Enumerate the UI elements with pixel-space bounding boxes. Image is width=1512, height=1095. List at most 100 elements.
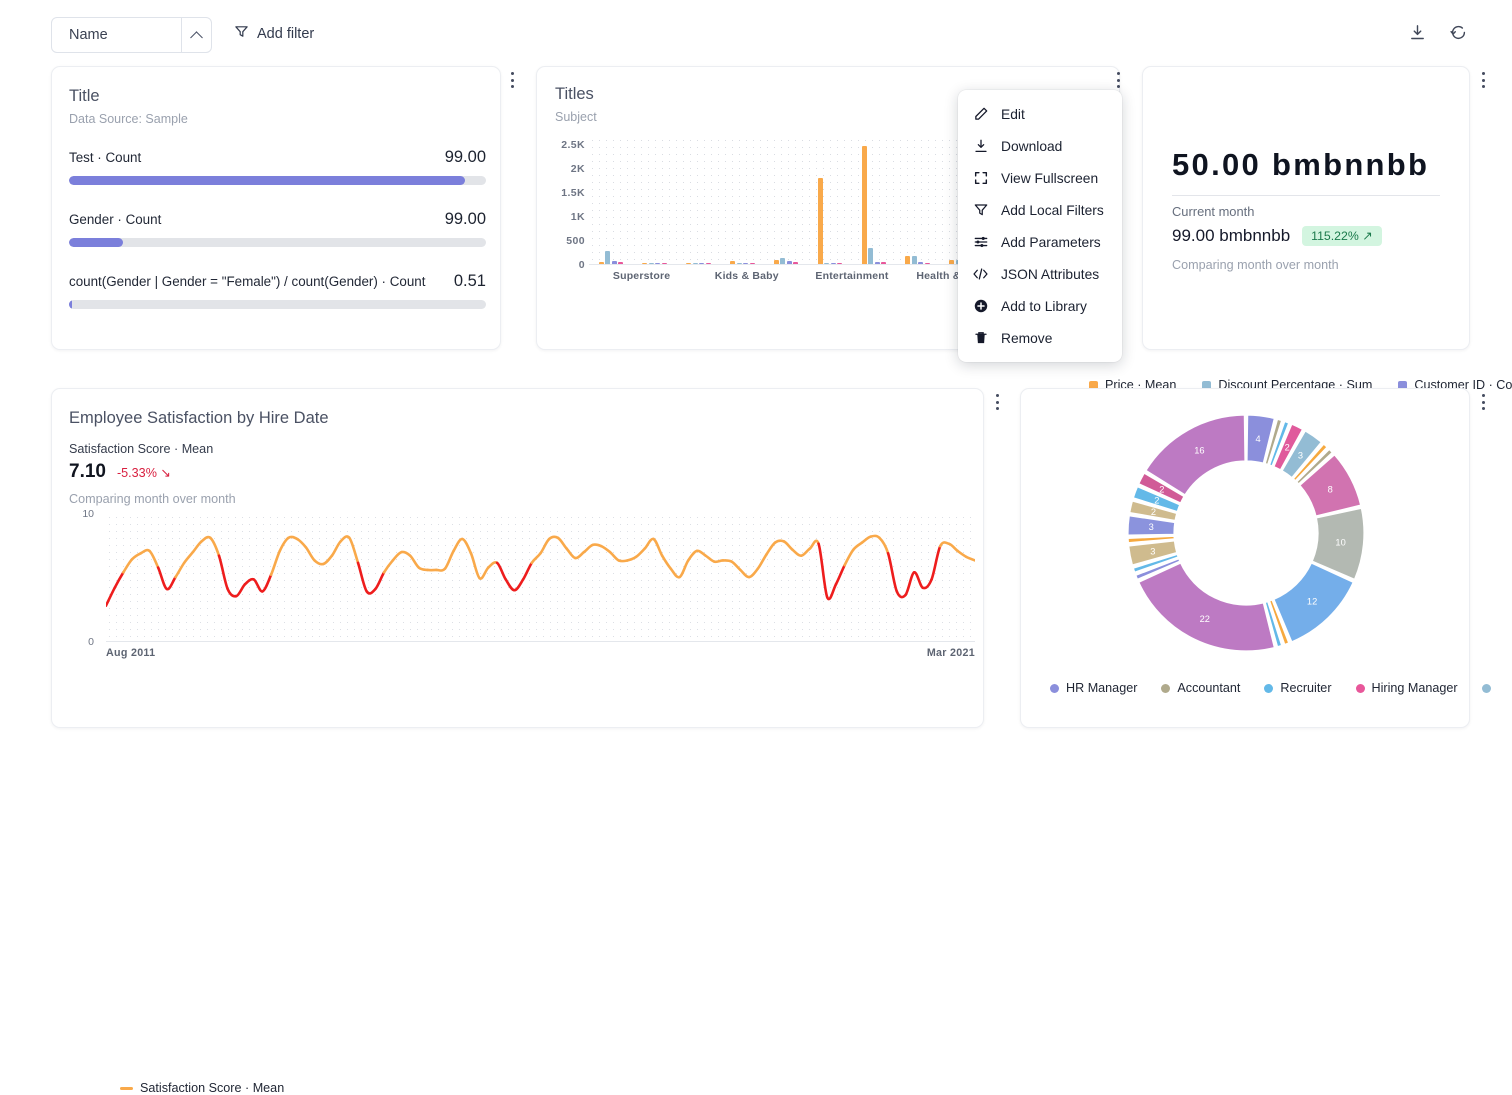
- bar-group: [677, 137, 721, 264]
- line-chart-plot: [106, 514, 975, 642]
- y-tick-label: 1.5K: [561, 187, 585, 199]
- menu-item-json-attributes[interactable]: JSON Attributes: [958, 258, 1122, 290]
- card-kpi-menu-button[interactable]: [1475, 69, 1491, 91]
- x-tick-label: Kids & Baby: [714, 270, 779, 282]
- menu-item-remove[interactable]: Remove: [958, 322, 1122, 354]
- bar[interactable]: [905, 255, 911, 264]
- bar[interactable]: [661, 262, 667, 264]
- bar[interactable]: [924, 262, 930, 264]
- bar[interactable]: [949, 259, 955, 264]
- donut-slice[interactable]: [1138, 562, 1275, 652]
- metric-row: Test · Count 99.00: [69, 148, 486, 185]
- bar[interactable]: [736, 262, 742, 264]
- line-metric-label: Satisfaction Score · Mean: [69, 442, 214, 456]
- bar[interactable]: [605, 251, 611, 264]
- bar[interactable]: [749, 262, 755, 264]
- menu-item-label: Remove: [1001, 330, 1053, 346]
- x-tick-label: Entertainment: [815, 270, 889, 282]
- bar[interactable]: [830, 262, 836, 264]
- legend-item[interactable]: [1481, 683, 1498, 693]
- bar[interactable]: [773, 260, 779, 264]
- plus-circle-icon: [972, 298, 989, 314]
- donut-slice-label: 3: [1298, 450, 1303, 460]
- bar-group: [720, 137, 764, 264]
- menu-item-add-parameters[interactable]: Add Parameters: [958, 226, 1122, 258]
- add-filter-button[interactable]: Add filter: [234, 24, 314, 43]
- card-bars-menu-button[interactable]: [1110, 69, 1126, 91]
- line-chart-y-axis: 10 0: [52, 508, 94, 648]
- bar[interactable]: [655, 262, 661, 264]
- card-donut-menu-button[interactable]: [1475, 391, 1491, 413]
- metric-bar-fill: [69, 176, 466, 185]
- bar[interactable]: [699, 262, 705, 264]
- card-donut: 4 2 3 8 10 12 22 3 3 2 2 2 16 HR Manager Accountant Re…: [1020, 388, 1491, 728]
- donut-slice-label: 2: [1151, 507, 1156, 517]
- bar-group: [764, 137, 808, 264]
- legend-item[interactable]: HR Manager: [1050, 681, 1137, 695]
- bar[interactable]: [874, 261, 880, 264]
- bar[interactable]: [598, 262, 604, 264]
- bar[interactable]: [648, 262, 654, 264]
- bar[interactable]: [692, 262, 698, 264]
- bar[interactable]: [868, 248, 874, 264]
- legend-swatch: [1264, 683, 1274, 693]
- bar[interactable]: [786, 261, 792, 264]
- menu-item-label: View Fullscreen: [1001, 170, 1099, 186]
- card-line-menu-button[interactable]: [989, 391, 1005, 413]
- bar[interactable]: [817, 177, 823, 264]
- card-context-menu[interactable]: Edit Download View Fullscreen Add Local Fil…: [958, 90, 1122, 362]
- metric-label: Test · Count: [69, 150, 142, 165]
- menu-item-label: Download: [1001, 138, 1063, 154]
- bar[interactable]: [686, 262, 692, 264]
- bar[interactable]: [861, 146, 867, 264]
- bar[interactable]: [780, 257, 786, 264]
- legend-item[interactable]: Hiring Manager: [1355, 681, 1458, 695]
- bar-group: [896, 137, 940, 264]
- bar[interactable]: [837, 262, 843, 264]
- chevron-up-icon[interactable]: [181, 18, 211, 52]
- bar[interactable]: [793, 262, 799, 264]
- legend-swatch: [1161, 683, 1171, 693]
- legend-swatch: [1355, 683, 1365, 693]
- refresh-icon[interactable]: [1449, 23, 1468, 42]
- donut-slice-label: 8: [1328, 484, 1333, 494]
- kpi-note: Comparing month over month: [1172, 258, 1339, 272]
- bar-group: [589, 137, 633, 264]
- bar[interactable]: [705, 262, 711, 264]
- donut-slice-label: 16: [1194, 445, 1204, 455]
- legend-item[interactable]: Recruiter: [1264, 681, 1332, 695]
- legend-item[interactable]: Satisfaction Score · Mean: [120, 1081, 284, 1095]
- metric-value: 0.51: [453, 272, 486, 290]
- legend-label: HR Manager: [1066, 681, 1138, 695]
- menu-item-label: Edit: [1001, 106, 1025, 122]
- bar[interactable]: [618, 262, 624, 264]
- menu-item-edit[interactable]: Edit: [958, 98, 1122, 130]
- card-metrics-menu-button[interactable]: [504, 69, 520, 91]
- legend-item[interactable]: Accountant: [1161, 681, 1240, 695]
- name-filter-select[interactable]: Name: [51, 17, 212, 53]
- bar[interactable]: [730, 261, 736, 264]
- y-tick-label: 1K: [570, 211, 585, 223]
- y-tick-label: 500: [566, 235, 585, 247]
- bar[interactable]: [642, 262, 648, 264]
- menu-item-download[interactable]: Download: [958, 130, 1122, 162]
- bar[interactable]: [611, 261, 617, 264]
- bar[interactable]: [911, 256, 917, 264]
- kpi-period-label: Current month: [1172, 204, 1255, 219]
- menu-item-add-to-library[interactable]: Add to Library: [958, 290, 1122, 322]
- bar[interactable]: [743, 262, 749, 264]
- donut-slice-label: 2: [1154, 495, 1159, 505]
- bar[interactable]: [881, 262, 887, 264]
- legend-swatch: [1050, 683, 1059, 693]
- menu-item-view-fullscreen[interactable]: View Fullscreen: [958, 162, 1122, 194]
- bar[interactable]: [918, 262, 924, 264]
- donut-slice-label: 3: [1149, 522, 1154, 532]
- menu-item-add-local-filters[interactable]: Add Local Filters: [958, 194, 1122, 226]
- y-tick-label: 0: [578, 259, 585, 271]
- metric-label: Gender · Count: [69, 212, 162, 227]
- menu-item-label: Add to Library: [1001, 298, 1087, 314]
- download-icon[interactable]: [1408, 23, 1427, 42]
- bar[interactable]: [824, 262, 830, 264]
- legend-label: Hiring Manager: [1371, 681, 1458, 695]
- card-kpi: 50.00 bmbnnbb Current month 99.00 bmbnnb…: [1142, 66, 1470, 350]
